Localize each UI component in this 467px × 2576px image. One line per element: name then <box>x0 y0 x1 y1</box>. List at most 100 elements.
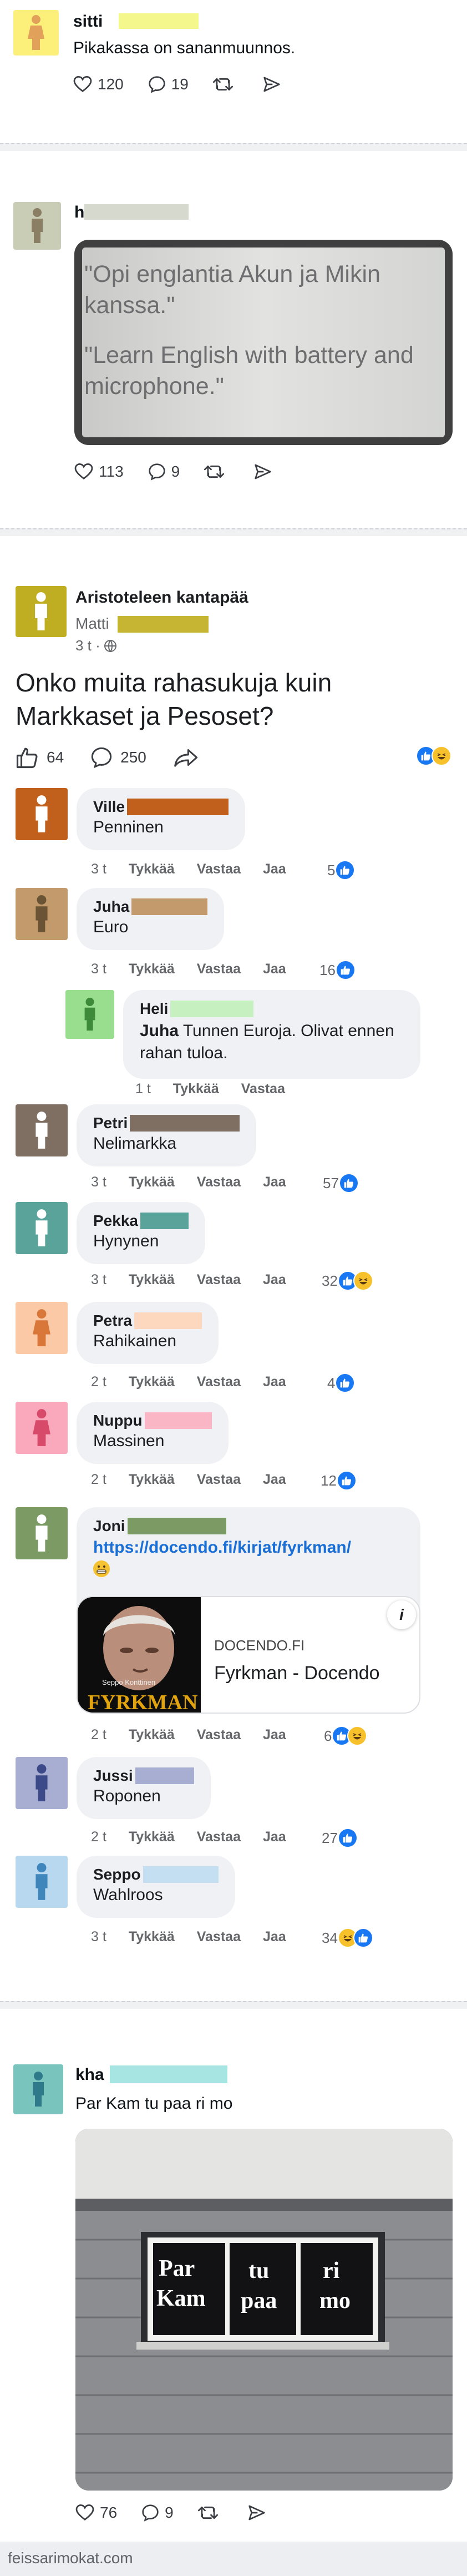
link-preview-card[interactable]: Seppo Konttinen FYRKMAN DOCENDO.FI Fyrkm… <box>77 1596 420 1714</box>
commenter-name[interactable]: Seppo <box>93 1866 219 1883</box>
comment-reactions[interactable]: 34 <box>322 1928 373 1948</box>
watermark-text: feissarimokat.com <box>8 2549 133 2567</box>
comment-icon[interactable] <box>90 746 113 769</box>
like-link[interactable]: Tykkää <box>129 861 175 877</box>
group-avatar[interactable] <box>16 586 67 637</box>
commenter-avatar[interactable] <box>65 990 114 1039</box>
reply-link[interactable]: Vastaa <box>197 1829 241 1845</box>
reply-link[interactable]: Vastaa <box>197 1374 241 1390</box>
commenter-name[interactable]: Petri <box>93 1114 240 1132</box>
reply-link[interactable]: Vastaa <box>241 1081 285 1097</box>
avatar[interactable] <box>13 10 59 55</box>
share-link[interactable]: Jaa <box>263 1272 286 1288</box>
reply-link[interactable]: Vastaa <box>197 961 241 977</box>
reply-link[interactable]: Vastaa <box>197 1929 241 1945</box>
like-link[interactable]: Tykkää <box>173 1081 219 1097</box>
like-link[interactable]: Tykkää <box>129 1374 175 1390</box>
reply-link[interactable]: Vastaa <box>197 861 241 877</box>
avatar[interactable] <box>13 202 61 250</box>
like-button[interactable]: 76 <box>75 2504 117 2522</box>
commenter-name[interactable]: Ville <box>93 798 229 816</box>
reply-button[interactable]: 19 <box>148 75 189 93</box>
book-author-text: Seppo Konttinen <box>102 1678 156 1686</box>
comment-text: Wahlroos <box>93 1886 163 1904</box>
comment-link[interactable]: https://docendo.fi/kirjat/fyrkman/ <box>93 1538 404 1557</box>
commenter-avatar[interactable] <box>16 788 68 840</box>
repost-button[interactable] <box>197 2504 224 2522</box>
reply-link[interactable]: Vastaa <box>197 1174 241 1190</box>
info-button[interactable]: i <box>387 1600 416 1629</box>
repost-button[interactable] <box>204 463 230 481</box>
reply-link[interactable]: Vastaa <box>197 1727 241 1743</box>
commenter-name[interactable]: Petra <box>93 1312 202 1330</box>
comment-text: Penninen <box>93 818 164 836</box>
commenter-name[interactable]: Heli <box>140 1000 404 1018</box>
author-name[interactable]: sitti <box>73 12 103 31</box>
commenter-name[interactable]: Pekka <box>93 1212 189 1230</box>
group-name[interactable]: Aristoteleen kantapää <box>75 588 248 607</box>
like-link[interactable]: Tykkää <box>129 961 175 977</box>
reaction-summary[interactable] <box>416 746 451 766</box>
share-link[interactable]: Jaa <box>263 1472 286 1488</box>
comment-reactions[interactable]: 57 <box>323 1173 359 1193</box>
commenter-avatar[interactable] <box>16 1302 68 1354</box>
commenter-avatar[interactable] <box>16 1856 68 1908</box>
share-link[interactable]: Jaa <box>263 961 286 977</box>
person-icon <box>33 2072 44 2107</box>
reply-link[interactable]: Vastaa <box>197 1472 241 1488</box>
share-button[interactable] <box>248 2504 271 2521</box>
comment-reactions[interactable]: 27 <box>322 1828 358 1848</box>
comment-meta: 1 t Tykkää Vastaa <box>135 1081 307 1097</box>
commenter-name[interactable]: Nuppu <box>93 1412 212 1430</box>
comment-meta: 3 t Tykkää Vastaa Jaa <box>91 861 308 877</box>
reply-button[interactable]: 9 <box>148 463 180 481</box>
comment-reactions[interactable]: 32 <box>322 1271 373 1291</box>
reply-button[interactable]: 9 <box>141 2504 174 2522</box>
comment-reactions[interactable]: 12 <box>321 1471 357 1491</box>
person-icon <box>32 208 43 243</box>
share-button[interactable] <box>263 76 286 93</box>
share-link[interactable]: Jaa <box>263 1174 286 1190</box>
share-link[interactable]: Jaa <box>263 1374 286 1390</box>
thumbs-up-icon[interactable] <box>16 746 39 769</box>
person-icon <box>35 1112 48 1149</box>
commenter-avatar[interactable] <box>16 1402 68 1454</box>
author-name[interactable]: h <box>74 203 84 222</box>
repost-button[interactable] <box>212 75 238 93</box>
like-link[interactable]: Tykkää <box>129 1472 175 1488</box>
share-link[interactable]: Jaa <box>263 861 286 877</box>
like-link[interactable]: Tykkää <box>129 1272 175 1288</box>
redacted-surname <box>127 1518 226 1534</box>
comment-meta: 3 t Tykkää Vastaa Jaa <box>91 1272 308 1288</box>
commenter-avatar[interactable] <box>16 1104 68 1156</box>
like-link[interactable]: Tykkää <box>129 1829 175 1845</box>
comment-reactions[interactable]: 4 <box>327 1373 356 1393</box>
commenter-avatar[interactable] <box>16 1757 68 1809</box>
share-link[interactable]: Jaa <box>263 1929 286 1945</box>
commenter-name[interactable]: Jussi <box>93 1767 194 1785</box>
share-link[interactable]: Jaa <box>263 1727 286 1743</box>
author-name[interactable]: kha <box>75 2065 104 2084</box>
comment-reactions[interactable]: 16 <box>319 960 356 980</box>
commenter-avatar[interactable] <box>16 1202 68 1254</box>
commenter-avatar[interactable] <box>16 1507 68 1559</box>
post-time: 3 t · <box>75 637 117 654</box>
like-link[interactable]: Tykkää <box>129 1727 175 1743</box>
share-button[interactable] <box>254 463 277 480</box>
like-button[interactable]: 120 <box>73 75 124 93</box>
post-author[interactable]: Matti <box>75 615 109 633</box>
commenter-avatar[interactable] <box>16 888 68 940</box>
comment-reactions[interactable]: 5 <box>327 860 356 880</box>
commenter-name[interactable]: Joni <box>93 1517 404 1535</box>
reply-link[interactable]: Vastaa <box>197 1272 241 1288</box>
share-arrow-icon[interactable] <box>174 747 199 767</box>
comment-meta: 2 t Tykkää Vastaa Jaa <box>91 1374 308 1390</box>
avatar[interactable] <box>13 2064 63 2114</box>
commenter-name[interactable]: Juha <box>93 898 207 916</box>
comment-reactions[interactable]: 6 <box>324 1726 368 1746</box>
like-link[interactable]: Tykkää <box>129 1929 175 1945</box>
like-button[interactable]: 113 <box>74 463 124 481</box>
like-link[interactable]: Tykkää <box>129 1174 175 1190</box>
mention[interactable]: Juha <box>140 1022 179 1040</box>
share-link[interactable]: Jaa <box>263 1829 286 1845</box>
